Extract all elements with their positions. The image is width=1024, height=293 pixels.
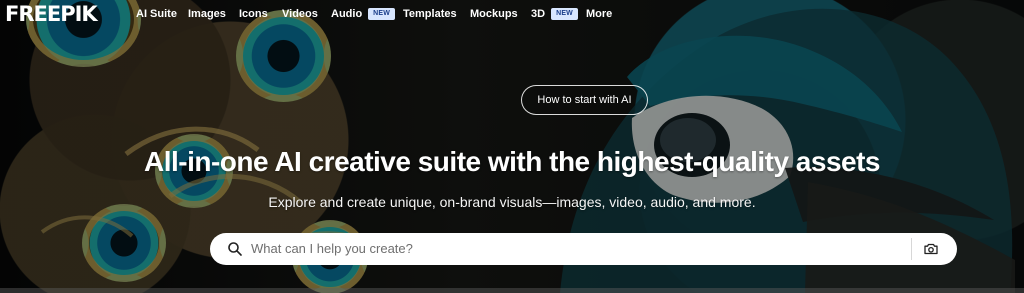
nav-3d[interactable]: 3D NEW [531, 7, 578, 21]
nav-label: Images [188, 8, 226, 20]
nav-videos[interactable]: Videos [282, 7, 318, 21]
freepik-logo[interactable]: FREEPIK [5, 4, 98, 25]
nav-images[interactable]: Images [188, 7, 226, 21]
how-to-start-button[interactable]: How to start with AI [521, 85, 648, 115]
nav-templates[interactable]: Templates [403, 7, 457, 21]
nav-mockups[interactable]: Mockups [470, 7, 518, 21]
bottom-edge [0, 288, 1024, 293]
nav-label: Mockups [470, 8, 518, 20]
nav-label: More [586, 8, 613, 20]
search-icon [228, 242, 242, 256]
nav-label: Icons [239, 8, 268, 20]
nav-label: Audio [331, 8, 363, 20]
search-divider [911, 238, 912, 260]
nav-more[interactable]: More [586, 7, 612, 21]
nav-label: Videos [282, 8, 318, 20]
nav-icons[interactable]: Icons [239, 7, 268, 21]
hero-subtitle: Explore and create unique, on-brand visu… [268, 194, 756, 210]
nav-ai-suite[interactable]: AI Suite [136, 7, 177, 21]
new-badge: NEW [551, 8, 578, 20]
nav-label: AI Suite [136, 8, 177, 20]
search-input[interactable] [251, 238, 911, 260]
nav-label: Templates [403, 8, 457, 20]
new-badge: NEW [368, 8, 396, 20]
nav-label: 3D [531, 8, 546, 20]
hero-title: All-in-one AI creative suite with the hi… [143, 146, 881, 177]
nav-audio[interactable]: Audio NEW [331, 7, 396, 21]
search-bar [210, 233, 957, 265]
top-navigation: FREEPIK AI Suite Images Icons Videos Aud… [0, 0, 1024, 28]
camera-icon[interactable] [923, 241, 939, 257]
